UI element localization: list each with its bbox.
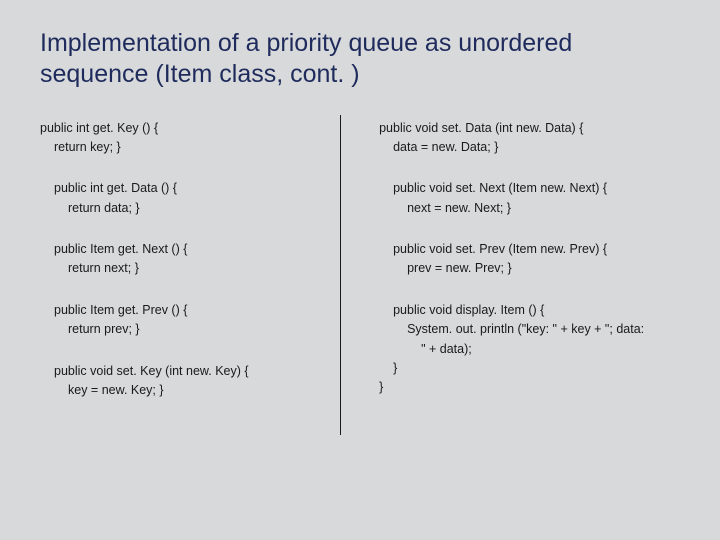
code-line: return prev; } (54, 320, 322, 339)
code-line: public void set. Prev (Item new. Prev) { (393, 240, 680, 259)
code-block: public Item get. Next () { return next; … (40, 240, 322, 279)
code-line: return data; } (54, 199, 322, 218)
code-block: public void set. Next (Item new. Next) {… (379, 179, 680, 218)
code-line: public void set. Data (int new. Data) { (379, 119, 680, 138)
code-line: data = new. Data; } (379, 138, 680, 157)
code-block: public int get. Key () { return key; } (40, 119, 322, 158)
code-line: key = new. Key; } (54, 381, 322, 400)
code-line: public void set. Next (Item new. Next) { (393, 179, 680, 198)
code-line: } (393, 359, 680, 378)
code-block: public void display. Item () { System. o… (379, 301, 680, 398)
code-line: public int get. Data () { (54, 179, 322, 198)
code-line: " + data); (393, 340, 680, 359)
code-block: public int get. Data () { return data; } (40, 179, 322, 218)
columns: public int get. Key () { return key; } p… (40, 119, 680, 435)
slide-title: Implementation of a priority queue as un… (40, 28, 680, 91)
code-line: next = new. Next; } (393, 199, 680, 218)
code-block: public void set. Data (int new. Data) { … (379, 119, 680, 158)
left-column: public int get. Key () { return key; } p… (40, 119, 340, 423)
code-block: public Item get. Prev () { return prev; … (40, 301, 322, 340)
code-line: public int get. Key () { (40, 119, 322, 138)
code-block: public void set. Prev (Item new. Prev) {… (379, 240, 680, 279)
code-line: System. out. println ("key: " + key + ";… (393, 320, 680, 339)
code-line: prev = new. Prev; } (393, 259, 680, 278)
code-line: } (379, 378, 680, 397)
right-column: public void set. Data (int new. Data) { … (341, 119, 680, 420)
code-line: return key; } (40, 138, 322, 157)
code-line: public void set. Key (int new. Key) { (54, 362, 322, 381)
slide: Implementation of a priority queue as un… (0, 0, 720, 540)
code-line: public Item get. Next () { (54, 240, 322, 259)
code-block: public void set. Key (int new. Key) { ke… (40, 362, 322, 401)
code-line: public Item get. Prev () { (54, 301, 322, 320)
code-line: return next; } (54, 259, 322, 278)
code-line: public void display. Item () { (393, 301, 680, 320)
